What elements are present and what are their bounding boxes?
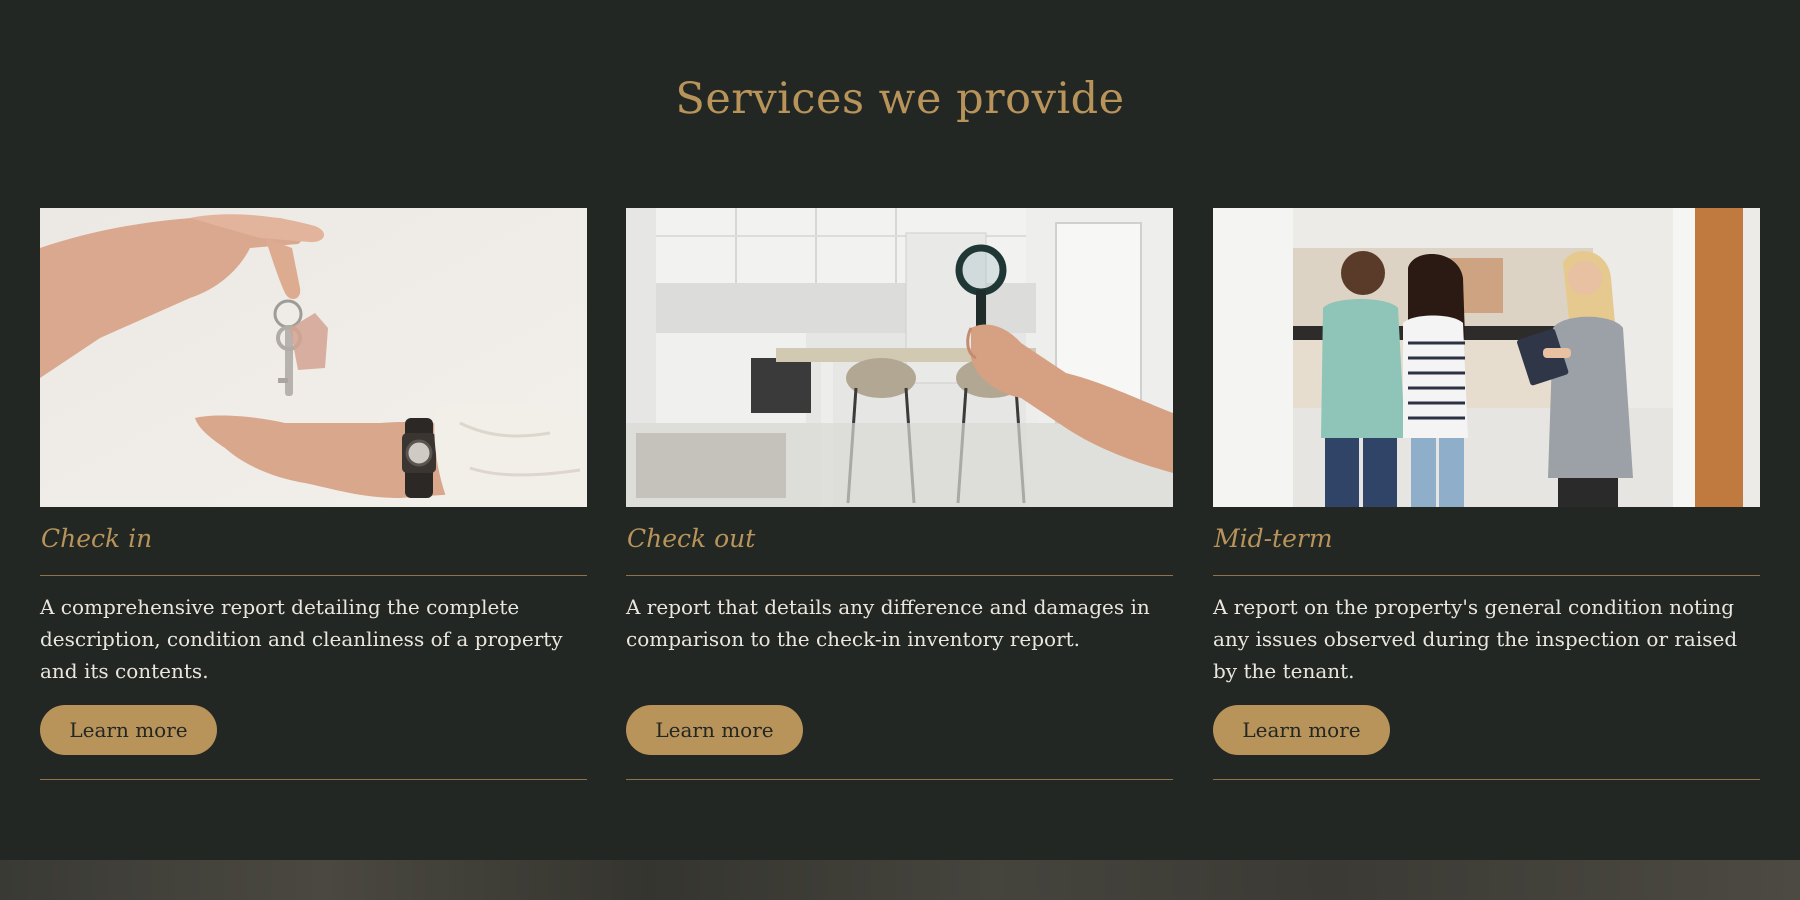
service-card-check-out: Check out A report that details any diff…	[626, 208, 1173, 780]
card-image-property-viewing	[1213, 208, 1760, 507]
card-divider	[1213, 575, 1760, 576]
card-divider-bottom	[40, 779, 587, 780]
card-image-keys	[40, 208, 587, 507]
card-title: Mid-term	[1214, 524, 1333, 553]
card-description: A report on the property's general condi…	[1213, 595, 1738, 683]
card-image-kitchen-magnifier	[626, 208, 1173, 507]
card-description: A report that details any difference and…	[626, 595, 1150, 651]
service-card-check-in: Check in A comprehensive report detailin…	[40, 208, 587, 780]
section-title: Services we provide	[675, 74, 1125, 124]
card-title: Check out	[627, 524, 756, 553]
card-divider	[40, 575, 587, 576]
next-section-background	[0, 860, 1800, 900]
service-card-mid-term: Mid-term A report on the property's gene…	[1213, 208, 1760, 780]
learn-more-button-mid-term[interactable]: Learn more	[1213, 705, 1390, 755]
card-description: A comprehensive report detailing the com…	[40, 595, 563, 683]
learn-more-button-check-in[interactable]: Learn more	[40, 705, 217, 755]
card-title: Check in	[41, 524, 153, 553]
card-divider-bottom	[626, 779, 1173, 780]
learn-more-button-check-out[interactable]: Learn more	[626, 705, 803, 755]
card-divider	[626, 575, 1173, 576]
card-divider-bottom	[1213, 779, 1760, 780]
